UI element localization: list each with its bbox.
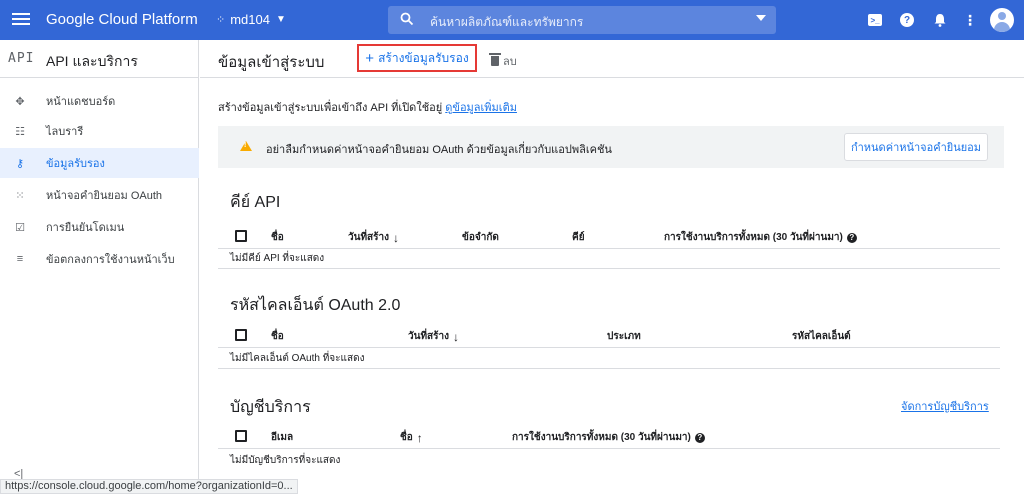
service-accounts-table-header: อีเมล ชื่อ ↑ การใช้งานบริการทั้งหมด (30 ว…	[218, 423, 1000, 449]
configure-consent-button[interactable]: กำหนดค่าหน้าจอคำยินยอม	[844, 133, 988, 161]
select-all-checkbox[interactable]	[235, 430, 247, 442]
sidebar-title: API และบริการ	[46, 53, 138, 69]
create-credentials-label: สร้างข้อมูลรับรอง	[378, 50, 469, 65]
trash-icon	[489, 53, 501, 66]
help-icon[interactable]: ?	[900, 13, 914, 27]
select-all-checkbox[interactable]	[235, 329, 247, 341]
sidebar-item-label: หน้าแดชบอร์ด	[46, 96, 116, 108]
dashboard-icon: ✥	[15, 95, 25, 108]
delete-label: ลบ	[503, 56, 517, 68]
manage-service-accounts-link[interactable]: จัดการบัญชีบริการ	[901, 397, 989, 415]
column-label: การใช้งานบริการทั้งหมด (30 วันที่ผ่านมา)	[512, 432, 691, 443]
warning-icon	[240, 141, 252, 151]
chevron-down-icon: ▼	[275, 14, 286, 25]
sidebar-item-oauth-consent[interactable]: ⁙ หน้าจอคำยินยอม OAuth	[0, 180, 199, 210]
divider	[218, 268, 1000, 269]
more-icon[interactable]: ⋮	[962, 12, 978, 28]
banner-message: อย่าลืมกำหนดค่าหน้าจอคำยินยอม OAuth ด้วย…	[266, 144, 612, 156]
column-header[interactable]: คีย์	[572, 230, 585, 245]
column-header-sortable[interactable]: วันที่สร้าง ↓	[408, 329, 459, 344]
sidebar-item-label: การยืนยันโดเมน	[46, 222, 125, 234]
column-label: วันที่สร้าง	[348, 232, 390, 243]
help-icon[interactable]: ?	[694, 432, 705, 443]
library-icon: ☷	[15, 125, 25, 138]
domain-icon: ☑	[15, 221, 25, 234]
search-icon	[400, 12, 414, 26]
api-keys-empty: ไม่มีคีย์ API ที่จะแสดง	[230, 253, 325, 264]
intro-message: สร้างข้อมูลเข้าสู่ระบบเพื่อเข้าถึง API ท…	[218, 102, 443, 114]
sidebar-header: API API และบริการ	[0, 40, 198, 78]
status-bar-url: https://console.cloud.google.com/home?or…	[0, 479, 298, 494]
column-header[interactable]: ชื่อ	[271, 230, 284, 245]
agreements-icon: ≡	[16, 253, 24, 265]
api-badge: API	[8, 51, 35, 66]
menu-icon[interactable]	[12, 11, 30, 29]
arrow-down-icon: ↓	[393, 230, 400, 245]
sidebar-item-page-agreements[interactable]: ≡ ข้อตกลงการใช้งานหน้าเว็บ	[0, 244, 199, 274]
search-bar[interactable]: ค้นหาผลิตภัณฑ์และทรัพยากร	[388, 6, 776, 34]
column-header[interactable]: ข้อจำกัด	[462, 230, 499, 245]
notifications-icon[interactable]	[932, 12, 948, 28]
sidebar-item-label: ข้อมูลรับรอง	[46, 158, 105, 170]
sidebar-item-domain-verification[interactable]: ☑ การยืนยันโดเมน	[0, 212, 199, 242]
service-accounts-title: บัญชีบริการ	[230, 399, 311, 416]
arrow-up-icon: ↑	[416, 430, 423, 445]
column-label: วันที่สร้าง	[408, 331, 450, 342]
sidebar: API API และบริการ ✥ หน้าแดชบอร์ด ☷ ไลบรา…	[0, 40, 199, 494]
column-header[interactable]: ประเภท	[607, 329, 641, 344]
sidebar-item-library[interactable]: ☷ ไลบรารี	[0, 116, 199, 146]
column-header[interactable]: ชื่อ	[271, 329, 284, 344]
column-header-sortable[interactable]: วันที่สร้าง ↓	[348, 230, 399, 245]
column-header[interactable]: รหัสไคลเอ็นต์	[792, 329, 851, 344]
intro-text: สร้างข้อมูลเข้าสู่ระบบเพื่อเข้าถึง API ท…	[218, 98, 517, 116]
brand-title[interactable]: Google Cloud Platform	[46, 11, 198, 28]
sidebar-item-credentials[interactable]: ⚷ ข้อมูลรับรอง	[0, 148, 199, 178]
page-header: ข้อมูลเข้าสู่ระบบ + สร้างข้อมูลรับรอง ลบ	[200, 40, 1024, 78]
api-keys-table-header: ชื่อ วันที่สร้าง ↓ ข้อจำกัด คีย์ การใช้งา…	[218, 223, 1000, 249]
top-bar: Google Cloud Platform ⁘ md104 ▼ ค้นหาผลิ…	[0, 0, 1024, 40]
oauth-clients-title: รหัสไคลเอ็นต์ OAuth 2.0	[230, 297, 401, 314]
learn-more-link[interactable]: ดูข้อมูลเพิ่มเติม	[445, 102, 517, 114]
oauth-clients-table-header: ชื่อ วันที่สร้าง ↓ ประเภท รหัสไคลเอ็นต์	[218, 322, 1000, 348]
oauth-clients-empty: ไม่มีไคลเอ็นต์ OAuth ที่จะแสดง	[230, 353, 365, 364]
api-keys-title: คีย์ API	[230, 194, 281, 211]
sidebar-item-label: หน้าจอคำยินยอม OAuth	[46, 190, 163, 202]
cloud-shell-icon[interactable]: >_	[868, 14, 882, 26]
column-header[interactable]: การใช้งานบริการทั้งหมด (30 วันที่ผ่านมา)…	[512, 430, 705, 445]
create-credentials-button[interactable]: + สร้างข้อมูลรับรอง	[357, 44, 477, 72]
oauth-warning-banner: อย่าลืมกำหนดค่าหน้าจอคำยินยอม OAuth ด้วย…	[218, 126, 1004, 168]
divider	[218, 368, 1000, 369]
plus-icon: +	[365, 49, 375, 67]
avatar[interactable]	[990, 8, 1014, 32]
key-icon: ⚷	[15, 157, 25, 170]
sidebar-item-label: ข้อตกลงการใช้งานหน้าเว็บ	[46, 254, 175, 266]
project-icon: ⁘	[216, 14, 225, 26]
service-accounts-empty: ไม่มีบัญชีบริการที่จะแสดง	[230, 455, 341, 466]
search-dropdown-icon[interactable]	[756, 15, 766, 21]
column-header[interactable]: การใช้งานบริการทั้งหมด (30 วันที่ผ่านมา)…	[664, 230, 857, 245]
column-header-sortable[interactable]: ชื่อ ↑	[400, 430, 423, 445]
main-content: ข้อมูลเข้าสู่ระบบ + สร้างข้อมูลรับรอง ลบ…	[200, 40, 1024, 494]
sidebar-item-label: ไลบรารี	[46, 126, 84, 138]
select-all-checkbox[interactable]	[235, 230, 247, 242]
column-label: การใช้งานบริการทั้งหมด (30 วันที่ผ่านมา)	[664, 232, 843, 243]
delete-button[interactable]: ลบ	[489, 52, 517, 70]
oauth-icon: ⁙	[15, 189, 25, 202]
search-input[interactable]: ค้นหาผลิตภัณฑ์และทรัพยากร	[430, 13, 583, 32]
arrow-down-icon: ↓	[453, 329, 460, 344]
page-title: ข้อมูลเข้าสู่ระบบ	[218, 54, 325, 71]
project-name: md104	[230, 12, 270, 27]
project-selector[interactable]: ⁘ md104 ▼	[216, 12, 286, 27]
column-header[interactable]: อีเมล	[271, 430, 293, 445]
help-icon[interactable]: ?	[846, 232, 857, 243]
column-label: ชื่อ	[400, 432, 413, 443]
sidebar-item-dashboard[interactable]: ✥ หน้าแดชบอร์ด	[0, 86, 199, 116]
